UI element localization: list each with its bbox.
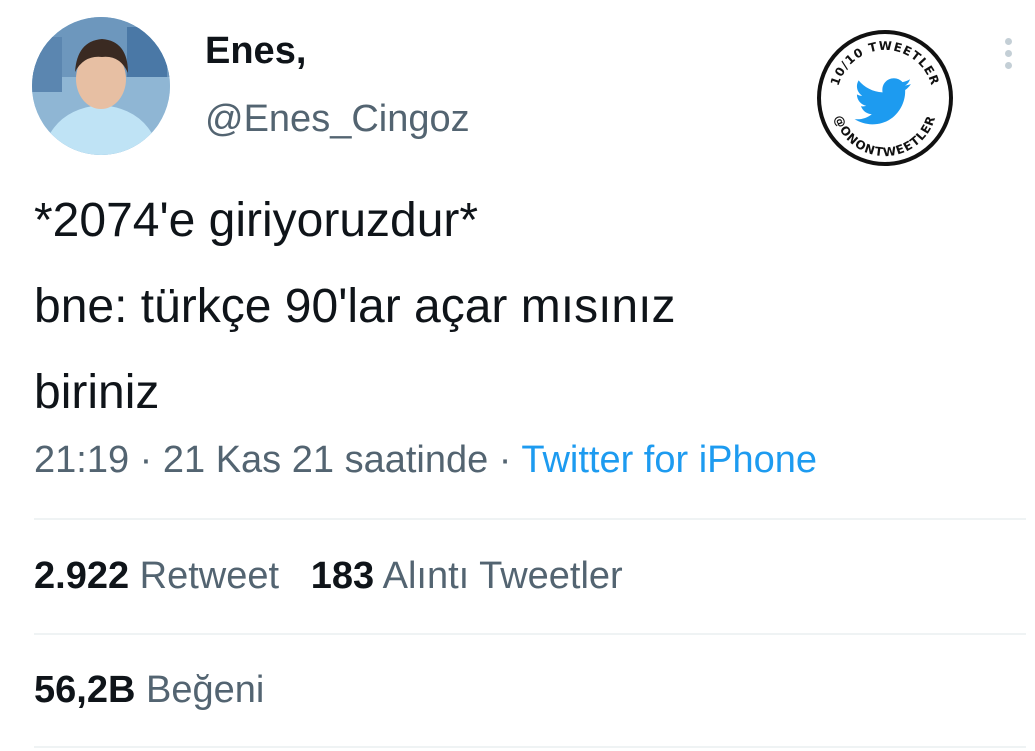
likes-count: 56,2B: [34, 669, 136, 711]
divider: [34, 746, 1026, 748]
more-options-button[interactable]: [996, 38, 1020, 78]
tweet-line: biriniz: [34, 366, 160, 419]
retweet-quote-stats: 2.922 Retweet 183 Alıntı Tweetler: [34, 550, 623, 602]
avatar[interactable]: [32, 17, 170, 155]
likes-stats: 56,2B Beğeni: [34, 664, 264, 716]
author-display-name[interactable]: Enes,: [205, 26, 306, 76]
tweet-text: *2074'e giriyoruzdur* bne: türkçe 90'lar…: [34, 178, 994, 436]
quotes-stat[interactable]: 183 Alıntı Tweetler: [311, 555, 623, 597]
tweet-time[interactable]: 21:19: [34, 439, 129, 481]
divider: [34, 633, 1026, 635]
likes-label: Beğeni: [145, 669, 265, 711]
quotes-count: 183: [310, 555, 375, 597]
meta-separator: ·: [139, 439, 153, 481]
likes-stat[interactable]: 56,2B Beğeni: [34, 669, 264, 711]
meta-separator: ·: [498, 439, 512, 481]
onontweetler-badge-logo: 10/10 TWEETLER @ONONTWEETLER: [815, 28, 955, 168]
divider: [34, 518, 1026, 520]
quotes-label: Alıntı Tweetler: [382, 555, 623, 597]
tweet-meta: 21:19 · 21 Kas 21 saatinde · Twitter for…: [34, 434, 817, 486]
more-vertical-icon: [996, 38, 1020, 69]
retweets-stat[interactable]: 2.922 Retweet: [34, 555, 279, 597]
retweets-label: Retweet: [139, 555, 280, 597]
author-handle[interactable]: @Enes_Cingoz: [205, 94, 470, 144]
tweet-line: *2074'e giriyoruzdur*: [34, 194, 479, 247]
tweet-line: bne: türkçe 90'lar açar mısınız: [34, 280, 676, 333]
tweet-source-link[interactable]: Twitter for iPhone: [521, 439, 817, 481]
profile-photo: [32, 17, 170, 155]
retweets-count: 2.922: [34, 555, 130, 597]
tweet-date[interactable]: 21 Kas 21 saatinde: [163, 439, 488, 481]
